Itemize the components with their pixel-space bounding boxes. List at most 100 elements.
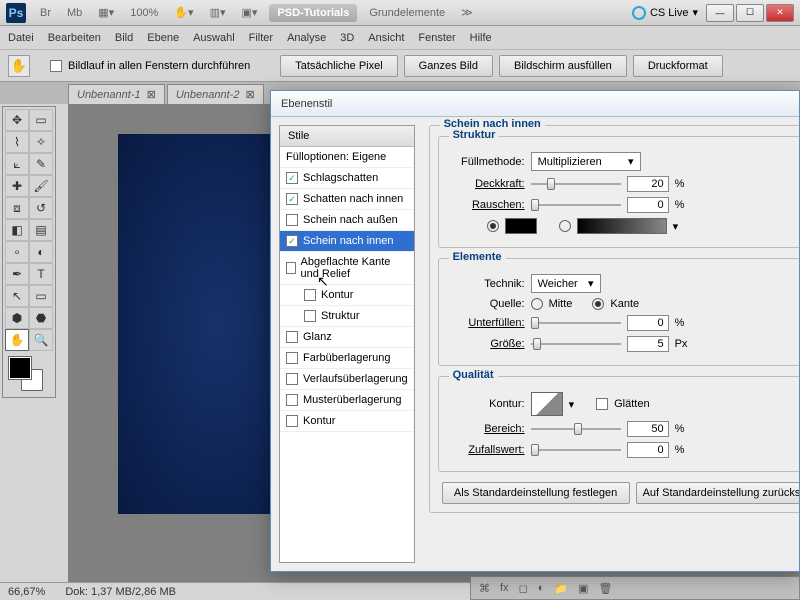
folder-icon[interactable]: 📁 (554, 582, 568, 595)
choke-slider[interactable] (531, 322, 621, 324)
scroll-all-checkbox[interactable] (50, 60, 62, 72)
eraser-tool[interactable]: ◧ (5, 219, 29, 241)
style-stroke[interactable]: Kontur (280, 411, 414, 432)
status-doc-size[interactable]: Dok: 1,37 MB/2,86 MB (65, 586, 176, 598)
move-tool[interactable]: ✥ (5, 109, 29, 131)
marquee-tool[interactable]: ▭ (29, 109, 53, 131)
blendmode-select[interactable]: Multiplizieren▾ (531, 152, 641, 171)
jitter-input[interactable] (627, 442, 669, 458)
hand-tool[interactable]: ✋ (5, 329, 29, 351)
minibridge-button[interactable]: Mb (61, 5, 88, 21)
noise-input[interactable] (627, 197, 669, 213)
heal-tool[interactable]: ✚ (5, 175, 29, 197)
arrange-icon[interactable]: ▥▾ (204, 4, 232, 21)
size-slider[interactable] (531, 343, 621, 345)
lasso-tool[interactable]: ⌇ (5, 131, 29, 153)
dodge-tool[interactable]: ◐ (29, 241, 53, 263)
zoom-level[interactable]: 100% (124, 5, 164, 21)
style-bevel-contour[interactable]: Kontur (280, 285, 414, 306)
style-inner-glow[interactable]: Schein nach innen (280, 231, 414, 252)
opacity-slider[interactable] (531, 183, 621, 185)
style-satin[interactable]: Glanz (280, 327, 414, 348)
hand-indicator-icon[interactable]: ✋▾ (168, 4, 199, 21)
zoom-tool[interactable]: 🔍 (29, 329, 53, 351)
chevron-down-icon[interactable]: ▾ (569, 398, 575, 411)
reset-default-button[interactable]: Auf Standardeinstellung zurücksetzen (636, 482, 799, 504)
style-bevel-texture[interactable]: Struktur (280, 306, 414, 327)
blending-options-item[interactable]: Fülloptionen: Eigene (280, 147, 414, 168)
checkbox[interactable] (286, 331, 298, 343)
checkbox[interactable] (286, 214, 298, 226)
close-icon[interactable]: ⊠ (147, 88, 156, 101)
contour-swatch[interactable] (531, 392, 563, 416)
checkbox[interactable] (286, 262, 296, 274)
checkbox[interactable] (286, 235, 298, 247)
shape-tool[interactable]: ▭ (29, 285, 53, 307)
path-tool[interactable]: ↖ (5, 285, 29, 307)
hand-tool-icon[interactable]: ✋ (8, 55, 30, 77)
checkbox[interactable] (286, 172, 298, 184)
antialias-checkbox[interactable] (596, 398, 608, 410)
make-default-button[interactable]: Als Standardeinstellung festlegen (442, 482, 630, 504)
color-swatches[interactable] (5, 355, 53, 395)
checkbox[interactable] (286, 415, 298, 427)
style-inner-shadow[interactable]: Schatten nach innen (280, 189, 414, 210)
styles-header[interactable]: Stile (280, 126, 414, 147)
chevron-down-icon[interactable]: ▾ (692, 6, 698, 19)
style-pattern-overlay[interactable]: Musterüberlagerung (280, 390, 414, 411)
menu-filter[interactable]: Filter (249, 32, 273, 44)
close-icon[interactable]: ⊠ (245, 88, 254, 101)
style-color-overlay[interactable]: Farbüberlagerung (280, 348, 414, 369)
jitter-slider[interactable] (531, 449, 621, 451)
more-icon[interactable]: ≫ (455, 4, 479, 21)
screenmode-icon[interactable]: ▣▾ (235, 4, 263, 21)
checkbox[interactable] (304, 289, 316, 301)
style-bevel[interactable]: Abgeflachte Kante und Relief (280, 252, 414, 285)
bridge-button[interactable]: Br (34, 5, 57, 21)
workspace-accent[interactable]: PSD-Tutorials (269, 4, 357, 22)
opacity-input[interactable] (627, 176, 669, 192)
eyedropper-tool[interactable]: ✎ (29, 153, 53, 175)
link-icon[interactable]: ⌘ (479, 582, 490, 595)
wand-tool[interactable]: ✧ (29, 131, 53, 153)
menu-layer[interactable]: Ebene (147, 32, 179, 44)
crop-tool[interactable]: ⟀ (5, 153, 29, 175)
style-gradient-overlay[interactable]: Verlaufsüberlagerung (280, 369, 414, 390)
fg-color-swatch[interactable] (9, 357, 31, 379)
style-drop-shadow[interactable]: Schlagschatten (280, 168, 414, 189)
dialog-title-bar[interactable]: Ebenenstil (271, 91, 799, 117)
checkbox[interactable] (286, 394, 298, 406)
range-slider[interactable] (531, 428, 621, 430)
checkbox[interactable] (286, 193, 298, 205)
camera-tool[interactable]: ⬣ (29, 307, 53, 329)
style-outer-glow[interactable]: Schein nach außen (280, 210, 414, 231)
fit-screen-button[interactable]: Ganzes Bild (404, 55, 493, 77)
workspace-tab[interactable]: Grundelemente (363, 5, 451, 21)
close-button[interactable]: ✕ (766, 4, 794, 22)
3d-tool[interactable]: ⬢ (5, 307, 29, 329)
checkbox[interactable] (286, 352, 298, 364)
menu-select[interactable]: Auswahl (193, 32, 235, 44)
view-extras-icon[interactable]: ▦▾ (92, 4, 120, 21)
chevron-down-icon[interactable]: ▾ (673, 220, 679, 233)
doc-tab-1[interactable]: Unbenannt-1⊠ (68, 84, 165, 104)
choke-input[interactable] (627, 315, 669, 331)
size-input[interactable] (627, 336, 669, 352)
glow-color-swatch[interactable] (505, 218, 537, 234)
history-brush-tool[interactable]: ↺ (29, 197, 53, 219)
new-icon[interactable]: ▣ (578, 582, 588, 595)
menu-analysis[interactable]: Analyse (287, 32, 326, 44)
print-size-button[interactable]: Druckformat (633, 55, 723, 77)
pen-tool[interactable]: ✒ (5, 263, 29, 285)
type-tool[interactable]: T (29, 263, 53, 285)
cslive-button[interactable]: CS Live (650, 7, 689, 19)
source-edge-radio[interactable] (592, 298, 604, 310)
menu-file[interactable]: Datei (8, 32, 34, 44)
trash-icon[interactable]: 🗑 (598, 582, 612, 595)
color-radio[interactable] (487, 220, 499, 232)
checkbox[interactable] (304, 310, 316, 322)
checkbox[interactable] (286, 373, 298, 385)
menu-window[interactable]: Fenster (418, 32, 455, 44)
mask-icon[interactable]: ◻ (519, 582, 528, 595)
source-center-radio[interactable] (531, 298, 543, 310)
